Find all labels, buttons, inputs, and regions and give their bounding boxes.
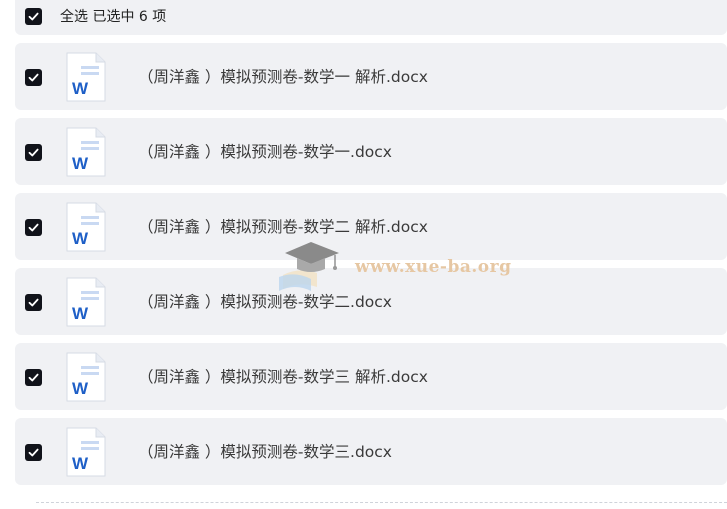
check-icon bbox=[28, 73, 39, 82]
check-icon bbox=[28, 298, 39, 307]
word-doc-icon: W bbox=[66, 202, 106, 252]
select-all-bar: 全选 已选中 6 项 bbox=[15, 0, 727, 35]
check-icon bbox=[28, 12, 39, 21]
svg-text:W: W bbox=[72, 454, 89, 473]
word-doc-icon: W bbox=[66, 427, 106, 477]
list-bottom-divider bbox=[36, 502, 727, 503]
file-checkbox[interactable] bbox=[25, 219, 42, 236]
svg-text:W: W bbox=[72, 79, 89, 98]
svg-text:W: W bbox=[72, 304, 89, 323]
file-row[interactable]: W （周洋鑫 ）模拟预测卷-数学二.docx bbox=[15, 268, 727, 335]
file-row[interactable]: W （周洋鑫 ）模拟预测卷-数学一.docx bbox=[15, 118, 727, 185]
file-row[interactable]: W （周洋鑫 ）模拟预测卷-数学二 解析.docx bbox=[15, 193, 727, 260]
selection-count-label: 全选 已选中 6 项 bbox=[60, 9, 167, 25]
file-name: （周洋鑫 ）模拟预测卷-数学一 解析.docx bbox=[138, 68, 428, 86]
file-name: （周洋鑫 ）模拟预测卷-数学三 解析.docx bbox=[138, 368, 428, 386]
file-checkbox[interactable] bbox=[25, 69, 42, 86]
file-name: （周洋鑫 ）模拟预测卷-数学一.docx bbox=[138, 143, 392, 161]
select-all-checkbox[interactable] bbox=[25, 8, 42, 25]
check-icon bbox=[28, 448, 39, 457]
file-checkbox[interactable] bbox=[25, 294, 42, 311]
file-row[interactable]: W （周洋鑫 ）模拟预测卷-数学一 解析.docx bbox=[15, 43, 727, 110]
word-doc-icon: W bbox=[66, 277, 106, 327]
file-checkbox[interactable] bbox=[25, 444, 42, 461]
word-doc-icon: W bbox=[66, 52, 106, 102]
check-icon bbox=[28, 223, 39, 232]
check-icon bbox=[28, 148, 39, 157]
file-name: （周洋鑫 ）模拟预测卷-数学二 解析.docx bbox=[138, 218, 428, 236]
svg-text:W: W bbox=[72, 229, 89, 248]
svg-text:W: W bbox=[72, 379, 89, 398]
svg-text:W: W bbox=[72, 154, 89, 173]
file-checkbox[interactable] bbox=[25, 369, 42, 386]
file-row[interactable]: W （周洋鑫 ）模拟预测卷-数学三.docx bbox=[15, 418, 727, 485]
file-name: （周洋鑫 ）模拟预测卷-数学二.docx bbox=[138, 293, 392, 311]
word-doc-icon: W bbox=[66, 127, 106, 177]
word-doc-icon: W bbox=[66, 352, 106, 402]
file-name: （周洋鑫 ）模拟预测卷-数学三.docx bbox=[138, 443, 392, 461]
file-row[interactable]: W （周洋鑫 ）模拟预测卷-数学三 解析.docx bbox=[15, 343, 727, 410]
check-icon bbox=[28, 373, 39, 382]
file-checkbox[interactable] bbox=[25, 144, 42, 161]
